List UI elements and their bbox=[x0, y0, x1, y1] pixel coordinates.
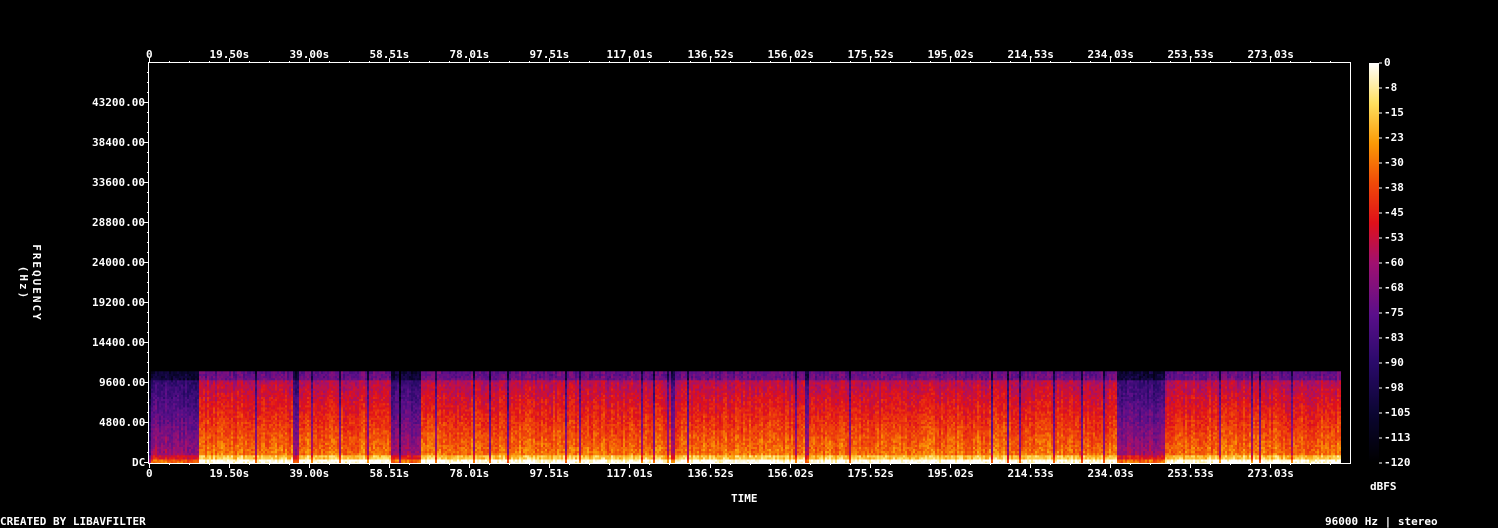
x-tick-label-bottom: 156.02s bbox=[768, 468, 814, 480]
y-tick-label: 33600.00 bbox=[92, 177, 145, 189]
footer-credit: CREATED BY LIBAVFILTER bbox=[0, 516, 146, 528]
y-tick-label: 19200.00 bbox=[92, 297, 145, 309]
y-axis-title: FREQUENCY (Hz) bbox=[17, 223, 43, 343]
x-tick-label-top: 136.52s bbox=[688, 49, 734, 61]
colorbar-tick-label: 0 bbox=[1384, 57, 1391, 69]
x-tick-label-top: 156.02s bbox=[768, 49, 814, 61]
x-tick-label-top: 214.53s bbox=[1008, 49, 1054, 61]
colorbar bbox=[1369, 63, 1379, 463]
x-tick-label-bottom: 58.51s bbox=[370, 468, 410, 480]
colorbar-unit-label: dBFS bbox=[1370, 481, 1397, 493]
footer-info: 96000 Hz | stereo bbox=[1325, 516, 1438, 528]
x-tick-label-top: 175.52s bbox=[848, 49, 894, 61]
x-tick-label-bottom: 97.51s bbox=[530, 468, 570, 480]
colorbar-tick-label: -90 bbox=[1384, 357, 1404, 369]
x-tick-label-bottom: 214.53s bbox=[1008, 468, 1054, 480]
x-tick-label-top: 58.51s bbox=[370, 49, 410, 61]
x-tick-label-bottom: 136.52s bbox=[688, 468, 734, 480]
y-tick-label: 43200.00 bbox=[92, 97, 145, 109]
y-tick-label: 4800.00 bbox=[99, 417, 145, 429]
colorbar-tick-label: -30 bbox=[1384, 157, 1404, 169]
colorbar-tick-label: -68 bbox=[1384, 282, 1404, 294]
x-tick-label-top: 19.50s bbox=[210, 49, 250, 61]
x-tick-label-top: 117.01s bbox=[607, 49, 653, 61]
colorbar-tick-label: -75 bbox=[1384, 307, 1404, 319]
colorbar-tick-label: -53 bbox=[1384, 232, 1404, 244]
y-tick-label: 28800.00 bbox=[92, 217, 145, 229]
x-tick-label-bottom: 39.00s bbox=[290, 468, 330, 480]
y-tick-label: 38400.00 bbox=[92, 137, 145, 149]
colorbar-tick-label: -38 bbox=[1384, 182, 1404, 194]
x-tick-label-bottom: 195.02s bbox=[928, 468, 974, 480]
x-tick-label-top: 195.02s bbox=[928, 49, 974, 61]
colorbar-tick-label: -23 bbox=[1384, 132, 1404, 144]
x-tick-label-bottom: 273.03s bbox=[1248, 468, 1294, 480]
colorbar-tick-label: -45 bbox=[1384, 207, 1404, 219]
x-tick-label-top: 273.03s bbox=[1248, 49, 1294, 61]
x-tick-label-top: 78.01s bbox=[450, 49, 490, 61]
colorbar-tick-label: -60 bbox=[1384, 257, 1404, 269]
x-tick-label-top: 97.51s bbox=[530, 49, 570, 61]
spectrogram-heatmap bbox=[149, 371, 1341, 463]
x-tick-label-top: 0 bbox=[146, 49, 153, 61]
colorbar-tick-label: -113 bbox=[1384, 432, 1411, 444]
colorbar-tick-label: -83 bbox=[1384, 332, 1404, 344]
colorbar-tick-label: -105 bbox=[1384, 407, 1411, 419]
x-tick-label-bottom: 19.50s bbox=[210, 468, 250, 480]
x-tick-label-bottom: 117.01s bbox=[607, 468, 653, 480]
x-tick-label-bottom: 234.03s bbox=[1088, 468, 1134, 480]
colorbar-tick-label: -15 bbox=[1384, 107, 1404, 119]
y-tick-label: 14400.00 bbox=[92, 337, 145, 349]
spectrogram-chart bbox=[0, 0, 1498, 528]
colorbar-tick-label: -120 bbox=[1384, 457, 1411, 469]
colorbar-tick-label: -8 bbox=[1384, 82, 1397, 94]
x-tick-label-bottom: 78.01s bbox=[450, 468, 490, 480]
x-tick-label-bottom: 175.52s bbox=[848, 468, 894, 480]
x-axis-title: TIME bbox=[731, 493, 758, 505]
x-tick-label-top: 39.00s bbox=[290, 49, 330, 61]
x-tick-label-top: 253.53s bbox=[1168, 49, 1214, 61]
y-tick-label: DC bbox=[132, 457, 145, 469]
x-tick-label-bottom: 253.53s bbox=[1168, 468, 1214, 480]
x-tick-label-bottom: 0 bbox=[146, 468, 153, 480]
colorbar-tick-label: -98 bbox=[1384, 382, 1404, 394]
x-tick-label-top: 234.03s bbox=[1088, 49, 1134, 61]
y-tick-label: 24000.00 bbox=[92, 257, 145, 269]
y-tick-label: 9600.00 bbox=[99, 377, 145, 389]
